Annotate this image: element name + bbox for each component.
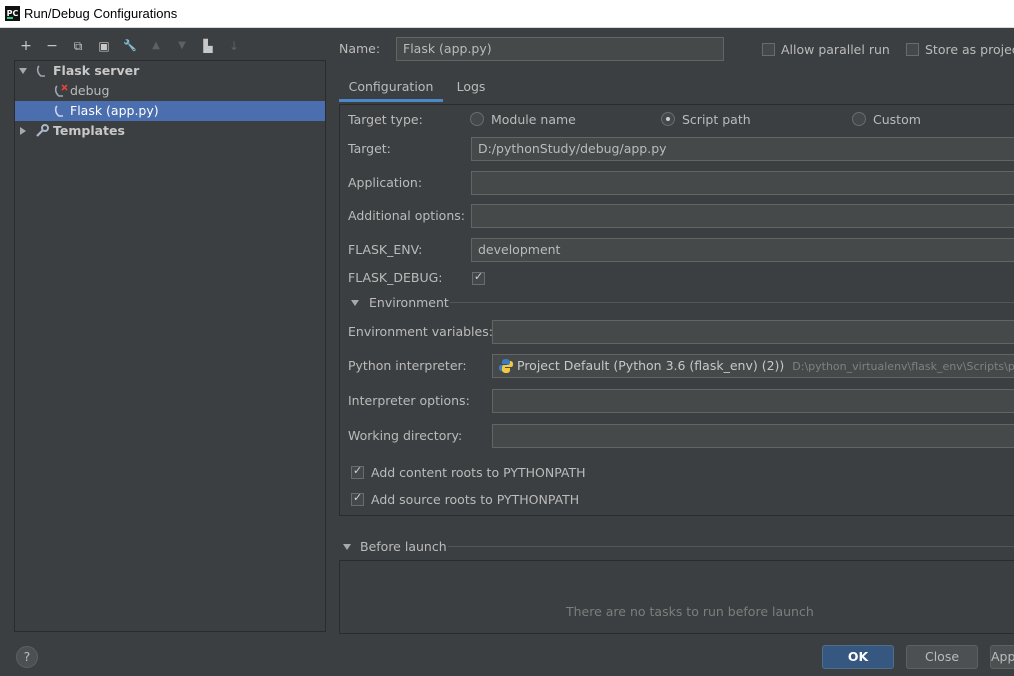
- close-button[interactable]: Close: [906, 645, 978, 669]
- window-title: Run/Debug Configurations: [24, 6, 178, 21]
- configuration-panel: [339, 104, 1014, 516]
- tree-item-flask-app[interactable]: Flask (app.py): [15, 101, 325, 121]
- expand-arrow-icon[interactable]: [19, 68, 27, 74]
- before-launch-task-list[interactable]: [339, 560, 1014, 634]
- target-input[interactable]: D:/pythonStudy/debug/app.py: [471, 137, 1014, 161]
- collapse-arrow-icon[interactable]: [20, 127, 26, 135]
- working-directory-input[interactable]: [492, 424, 1014, 448]
- tree-label-templates: Templates: [53, 123, 125, 138]
- working-directory-label: Working directory:: [348, 428, 463, 443]
- target-type-label: Target type:: [348, 112, 423, 127]
- ok-button[interactable]: OK: [822, 645, 894, 669]
- before-launch-label[interactable]: Before launch: [360, 539, 447, 554]
- before-launch-collapse-icon[interactable]: [343, 544, 351, 550]
- source-roots-label: Add source roots to PYTHONPATH: [371, 492, 580, 507]
- store-as-project-label: Store as project file: [925, 42, 1014, 57]
- application-label: Application:: [348, 175, 423, 190]
- tree-label-flask-app: Flask (app.py): [70, 103, 159, 118]
- python-interpreter-select[interactable]: Project Default (Python 3.6 (flask_env) …: [492, 354, 1014, 378]
- name-label: Name:: [339, 41, 381, 56]
- environment-section-label[interactable]: Environment: [369, 295, 449, 310]
- source-roots-checkbox[interactable]: [351, 491, 364, 506]
- tree-label-debug: debug: [70, 83, 110, 98]
- remove-icon[interactable]: −: [42, 36, 62, 56]
- sort-icon[interactable]: ↓: [224, 36, 244, 56]
- additional-options-label: Additional options:: [348, 208, 465, 223]
- invalid-config-icon: [54, 84, 68, 97]
- flask-env-input[interactable]: development: [471, 238, 1014, 262]
- allow-parallel-label: Allow parallel run: [781, 42, 890, 57]
- radio-script-path[interactable]: [661, 112, 675, 126]
- content-roots-label: Add content roots to PYTHONPATH: [371, 465, 586, 480]
- store-as-project-checkbox[interactable]: [906, 43, 919, 56]
- before-launch-empty-text: There are no tasks to run before launch: [566, 604, 814, 619]
- python-icon: [499, 359, 513, 373]
- tab-logs[interactable]: Logs: [448, 72, 494, 102]
- wrench-icon: [36, 124, 49, 137]
- application-input[interactable]: [471, 171, 1014, 195]
- custom-label: Custom: [873, 112, 921, 127]
- apply-button[interactable]: Apply: [990, 645, 1014, 669]
- additional-options-input[interactable]: [471, 204, 1014, 228]
- title-bar: PC Run/Debug Configurations: [0, 0, 1014, 28]
- target-label: Target:: [348, 141, 391, 156]
- interpreter-path: D:\python_virtualenv\flask_env\Scripts\p…: [792, 360, 1014, 373]
- wrench-icon[interactable]: 🔧: [120, 36, 140, 56]
- configuration-tree[interactable]: Flask server debug Flask (app.py) Templa…: [14, 60, 326, 632]
- interpreter-options-input[interactable]: [492, 389, 1014, 413]
- flask-server-icon: [36, 65, 45, 77]
- new-folder-icon[interactable]: ▙: [198, 36, 218, 56]
- name-input[interactable]: Flask (app.py): [396, 37, 724, 61]
- environment-collapse-icon[interactable]: [351, 300, 359, 306]
- tree-item-debug[interactable]: debug: [15, 81, 325, 101]
- script-path-label: Script path: [682, 112, 751, 127]
- radio-module-name[interactable]: [470, 112, 484, 126]
- tree-item-templates[interactable]: Templates: [15, 121, 325, 141]
- tree-item-flask-server[interactable]: Flask server: [15, 61, 325, 81]
- before-launch-separator: [448, 546, 1014, 547]
- allow-parallel-checkbox[interactable]: [762, 43, 775, 56]
- env-vars-label: Environment variables:: [348, 324, 493, 339]
- content-roots-checkbox[interactable]: [351, 464, 364, 479]
- move-up-icon[interactable]: ▲: [146, 36, 166, 56]
- move-down-icon[interactable]: ▼: [172, 36, 192, 56]
- python-interpreter-label: Python interpreter:: [348, 358, 467, 373]
- environment-separator: [450, 302, 1014, 303]
- env-vars-input[interactable]: [492, 320, 1014, 344]
- flask-config-icon: [54, 105, 63, 117]
- interpreter-options-label: Interpreter options:: [348, 393, 470, 408]
- save-icon[interactable]: ▣: [94, 36, 114, 56]
- flask-debug-checkbox[interactable]: [472, 270, 485, 285]
- help-button[interactable]: ?: [16, 646, 38, 668]
- radio-custom[interactable]: [852, 112, 866, 126]
- module-name-label: Module name: [491, 112, 576, 127]
- add-icon[interactable]: +: [16, 36, 36, 56]
- flask-env-label: FLASK_ENV:: [348, 242, 423, 257]
- pycharm-logo-icon: PC: [5, 6, 20, 21]
- copy-icon[interactable]: ⧉: [68, 36, 88, 56]
- tree-label-flask-server: Flask server: [53, 63, 140, 78]
- interpreter-name: Project Default (Python 3.6 (flask_env) …: [517, 358, 785, 373]
- tab-configuration[interactable]: Configuration: [339, 72, 443, 102]
- flask-debug-label: FLASK_DEBUG:: [348, 270, 443, 285]
